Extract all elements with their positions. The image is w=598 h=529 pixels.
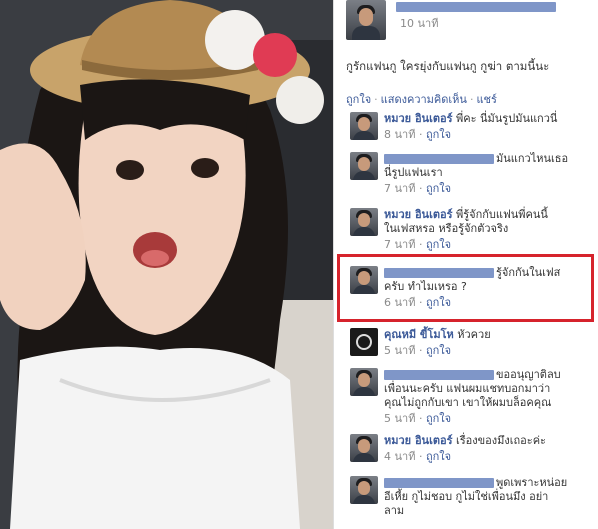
avatar-shirt	[353, 387, 375, 396]
comment-meta: 5 นาที · ถูกใจ	[384, 412, 452, 425]
comment-text-line2: เพื่อนนะครับ แฟนผมแชทบอกมาว่า	[384, 382, 551, 395]
emblem-icon	[356, 334, 372, 350]
comment-time: 7 นาที	[384, 182, 416, 195]
commenter-avatar[interactable]	[350, 328, 378, 356]
comment-meta: 6 นาที · ถูกใจ	[384, 296, 452, 309]
commenter-avatar[interactable]	[350, 208, 378, 236]
comment-text: รู้จักกันในเฟส	[496, 266, 561, 279]
commenter-avatar[interactable]	[350, 434, 378, 462]
commenter-avatar[interactable]	[350, 476, 378, 504]
post-header: 10 นาที	[346, 0, 596, 40]
avatar-face	[358, 271, 370, 285]
comment-time: 4 นาที	[384, 450, 416, 463]
comment-body: มันแกวไหนเธอ นี่รูปแฟนเรา 7 นาที · ถูกใจ	[384, 152, 589, 196]
photo-illustration	[0, 0, 333, 529]
profile-photo	[0, 0, 333, 529]
status-text: กูรักแฟนกู ใครยุ่งกับแฟนกู กูฆ่า ตามนี้น…	[346, 59, 550, 73]
comment-meta: 5 นาที · ถูกใจ	[384, 344, 452, 357]
comment-meta: 7 นาที · ถูกใจ	[384, 182, 452, 195]
comment-like-link[interactable]: ถูกใจ	[426, 238, 451, 251]
comment-like-link[interactable]: ถูกใจ	[426, 182, 451, 195]
comment-time: 5 นาที	[384, 344, 416, 357]
redacted-poster-name	[396, 2, 556, 12]
comment-time: 5 นาที	[384, 412, 416, 425]
comment-time: 7 นาที	[384, 238, 416, 251]
comment-text-line2: นี่รูปแฟนเรา	[384, 166, 443, 179]
comment-meta: 8 นาที · ถูกใจ	[384, 128, 452, 141]
redacted-commenter-name	[384, 268, 494, 278]
comment-text: หัวควย	[457, 328, 491, 341]
comment-time: 6 นาที	[384, 296, 416, 309]
post-actions: ถูกใจ · แสดงความคิดเห็น · แชร์	[346, 90, 497, 108]
comment-text: พี่คะ นี่มันรูปมันแกวนี่	[456, 112, 558, 125]
avatar-face	[358, 157, 370, 171]
comment-meta: 7 นาที · ถูกใจ	[384, 238, 452, 251]
comment-body: หมวย อินเตอร์ เรื่องของมึงเถอะค่ะ 4 นาที…	[384, 434, 589, 464]
comment-text: ขออนุญาติลบ	[496, 368, 561, 381]
comment-text-line3: คุณไม่ถูกกับเขา เขาให้ผมบล็อคคุณ	[384, 396, 552, 409]
commenter-name[interactable]: คุณหมี ขี้โมโห	[384, 328, 454, 341]
redacted-commenter-name	[384, 154, 494, 164]
avatar-shirt	[353, 227, 375, 236]
comment-body: หมวย อินเตอร์ พี่รู้จักกับแฟนพี่คนนี้ ใน…	[384, 208, 589, 252]
like-link[interactable]: ถูกใจ	[346, 93, 371, 106]
avatar-shirt	[353, 495, 375, 504]
separator-dot: ·	[469, 93, 474, 106]
commenter-name[interactable]: หมวย อินเตอร์	[384, 112, 453, 125]
redacted-commenter-name	[384, 478, 494, 488]
comment-time: 8 นาที	[384, 128, 416, 141]
commenter-avatar[interactable]	[350, 112, 378, 140]
avatar-shirt	[353, 131, 375, 140]
redacted-commenter-name	[384, 370, 494, 380]
commenter-name[interactable]: หมวย อินเตอร์	[384, 208, 453, 221]
comment-meta: 4 นาที · ถูกใจ	[384, 450, 452, 463]
avatar-face	[358, 481, 370, 495]
post-time: 10 นาที	[400, 17, 439, 30]
comment-body: ขออนุญาติลบ เพื่อนนะครับ แฟนผมแชทบอกมาว่…	[384, 368, 589, 426]
avatar-shirt	[353, 285, 375, 294]
facebook-feed: 10 นาที กูรักแฟนกู ใครยุ่งกับแฟนกู กูฆ่า…	[333, 0, 598, 529]
comment-text-line2: อีเหี้ย กูไม่ชอบ กูไม่ใช่เพื่อนมึง อย่า	[384, 490, 549, 503]
avatar-face	[358, 213, 370, 227]
avatar-shirt	[353, 453, 375, 462]
comment-like-link[interactable]: ถูกใจ	[426, 128, 451, 141]
avatar-shirt	[352, 26, 380, 40]
comment-text: พูดเพราะหน่อย	[496, 476, 568, 489]
comment-like-link[interactable]: ถูกใจ	[426, 296, 451, 309]
commenter-avatar[interactable]	[350, 368, 378, 396]
avatar-face	[358, 373, 370, 387]
share-link[interactable]: แชร์	[476, 93, 496, 106]
comment-like-link[interactable]: ถูกใจ	[426, 450, 451, 463]
poster-avatar[interactable]	[346, 0, 386, 40]
comment-link[interactable]: แสดงความคิดเห็น	[381, 93, 467, 106]
comment-text: มันแกวไหนเธอ	[496, 152, 569, 165]
commenter-name[interactable]: หมวย อินเตอร์	[384, 434, 453, 447]
avatar-face	[358, 439, 370, 453]
comment-text-line2: ครับ ทำไมเหรอ ?	[384, 280, 467, 293]
comment-body: คุณหมี ขี้โมโห หัวควย 5 นาที · ถูกใจ	[384, 328, 589, 358]
comment-text: เรื่องของมึงเถอะค่ะ	[456, 434, 546, 447]
commenter-avatar[interactable]	[350, 152, 378, 180]
comment-body: รู้จักกันในเฟส ครับ ทำไมเหรอ ? 6 นาที · …	[384, 266, 589, 310]
avatar-face	[359, 8, 373, 26]
comment-text: พี่รู้จักกับแฟนพี่คนนี้	[456, 208, 548, 221]
comment-body: พูดเพราะหน่อย อีเหี้ย กูไม่ชอบ กูไม่ใช่เ…	[384, 476, 589, 518]
separator-dot: ·	[374, 93, 378, 106]
avatar-face	[358, 117, 370, 131]
comment-text-line2: ในเฟสหรอ หรือรู้จักตัวจริง	[384, 222, 509, 235]
commenter-avatar[interactable]	[350, 266, 378, 294]
avatar-shirt	[353, 171, 375, 180]
comment-like-link[interactable]: ถูกใจ	[426, 344, 451, 357]
comment-like-link[interactable]: ถูกใจ	[426, 412, 451, 425]
comment-text-line3: ลาม	[384, 504, 405, 517]
comment-body: หมวย อินเตอร์ พี่คะ นี่มันรูปมันแกวนี่ 8…	[384, 112, 589, 142]
